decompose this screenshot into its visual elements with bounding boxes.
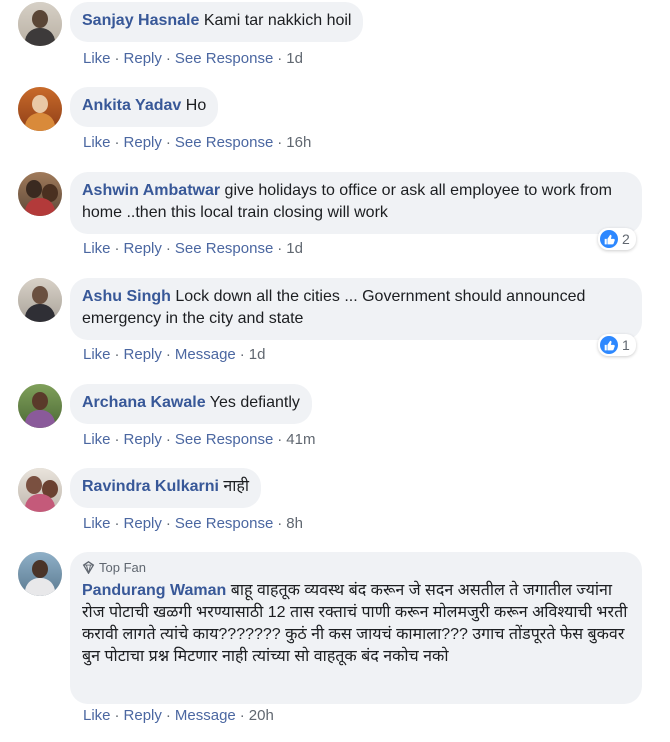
message-link[interactable]: Message — [175, 707, 236, 724]
like-link[interactable]: Like — [83, 431, 111, 448]
like-link[interactable]: Like — [83, 240, 111, 257]
timestamp[interactable]: 1d — [286, 50, 303, 67]
separator: · — [114, 431, 120, 448]
thumbs-up-icon — [600, 230, 618, 248]
commenter-name[interactable]: Archana Kawale — [82, 394, 206, 411]
comment-text: Ho — [185, 97, 207, 114]
separator: · — [165, 134, 171, 151]
timestamp[interactable]: 1d — [286, 240, 303, 257]
comment-actions: Like · Reply · See Response · 1d — [83, 240, 303, 257]
comment-actions: Like · Reply · Message · 20h — [83, 707, 274, 724]
commenter-name[interactable]: Ashu Singh — [82, 288, 171, 305]
comment-text: Yes defiantly — [209, 394, 300, 411]
avatar[interactable] — [18, 552, 62, 596]
separator: · — [165, 707, 171, 724]
reply-link[interactable]: Reply — [124, 707, 162, 724]
comment-actions: Like · Reply · See Response · 1d — [83, 50, 303, 67]
comment-actions: Like · Reply · See Response · 16h — [83, 134, 311, 151]
separator: · — [239, 707, 245, 724]
reaction-count[interactable]: 2 — [598, 228, 636, 250]
comment-bubble: Archana Kawale Yes defiantly — [70, 384, 312, 424]
commenter-name[interactable]: Ravindra Kulkarni — [82, 478, 219, 495]
like-link[interactable]: Like — [83, 707, 111, 724]
timestamp[interactable]: 41m — [286, 431, 315, 448]
separator: · — [239, 346, 245, 363]
separator: · — [114, 50, 120, 67]
see-response-link[interactable]: See Response — [175, 50, 273, 67]
separator: · — [114, 240, 120, 257]
reply-link[interactable]: Reply — [124, 346, 162, 363]
separator: · — [114, 707, 120, 724]
reply-link[interactable]: Reply — [124, 240, 162, 257]
like-link[interactable]: Like — [83, 515, 111, 532]
commenter-name[interactable]: Ashwin Ambatwar — [82, 182, 220, 199]
comment-bubble: Sanjay Hasnale Kami tar nakkich hoil — [70, 2, 364, 42]
avatar[interactable] — [18, 384, 62, 428]
like-link[interactable]: Like — [83, 134, 111, 151]
separator: · — [277, 50, 283, 67]
separator: · — [277, 240, 283, 257]
reaction-count[interactable]: 1 — [598, 334, 636, 356]
reply-link[interactable]: Reply — [124, 515, 162, 532]
avatar[interactable] — [18, 172, 62, 216]
avatar[interactable] — [18, 468, 62, 512]
avatar[interactable] — [18, 87, 62, 131]
comment-bubble: Ashwin Ambatwar give holidays to office … — [70, 172, 642, 234]
comment-text: नाही — [223, 478, 250, 495]
see-response-link[interactable]: See Response — [175, 431, 273, 448]
message-link[interactable]: Message — [175, 346, 236, 363]
timestamp[interactable]: 20h — [249, 707, 274, 724]
separator: · — [165, 50, 171, 67]
comment-actions: Like · Reply · See Response · 8h — [83, 515, 303, 532]
top-fan-badge: Top Fan — [82, 560, 630, 578]
separator: · — [165, 346, 171, 363]
see-response-link[interactable]: See Response — [175, 240, 273, 257]
comment-bubble: Ankita Yadav Ho — [70, 87, 219, 127]
timestamp[interactable]: 16h — [286, 134, 311, 151]
thumbs-up-icon — [600, 336, 618, 354]
top-fan-icon — [82, 561, 95, 578]
avatar[interactable] — [18, 278, 62, 322]
separator: · — [165, 515, 171, 532]
separator: · — [114, 134, 120, 151]
separator: · — [114, 515, 120, 532]
reply-link[interactable]: Reply — [124, 431, 162, 448]
top-fan-label: Top Fan — [99, 560, 146, 575]
reaction-count-value: 1 — [622, 337, 630, 353]
reply-link[interactable]: Reply — [124, 134, 162, 151]
timestamp[interactable]: 1d — [249, 346, 266, 363]
separator: · — [165, 431, 171, 448]
see-response-link[interactable]: See Response — [175, 515, 273, 532]
separator: · — [277, 431, 283, 448]
reply-link[interactable]: Reply — [124, 50, 162, 67]
commenter-name[interactable]: Ankita Yadav — [82, 97, 181, 114]
see-response-link[interactable]: See Response — [175, 134, 273, 151]
like-link[interactable]: Like — [83, 346, 111, 363]
commenter-name[interactable]: Sanjay Hasnale — [82, 12, 199, 29]
avatar[interactable] — [18, 2, 62, 46]
comment-actions: Like · Reply · Message · 1d — [83, 346, 265, 363]
separator: · — [114, 346, 120, 363]
separator: · — [277, 134, 283, 151]
commenter-name[interactable]: Pandurang Waman — [82, 582, 226, 599]
timestamp[interactable]: 8h — [286, 515, 303, 532]
separator: · — [165, 240, 171, 257]
reaction-count-value: 2 — [622, 231, 630, 247]
like-link[interactable]: Like — [83, 50, 111, 67]
comment-actions: Like · Reply · See Response · 41m — [83, 431, 315, 448]
comment-text: Kami tar nakkich hoil — [203, 12, 352, 29]
comment-bubble: Ashu Singh Lock down all the cities ... … — [70, 278, 642, 340]
separator: · — [277, 515, 283, 532]
comment-bubble: Ravindra Kulkarni नाही — [70, 468, 262, 508]
comment-bubble: Top Fan Pandurang Waman बाहू वाहतूक व्यव… — [70, 552, 642, 704]
